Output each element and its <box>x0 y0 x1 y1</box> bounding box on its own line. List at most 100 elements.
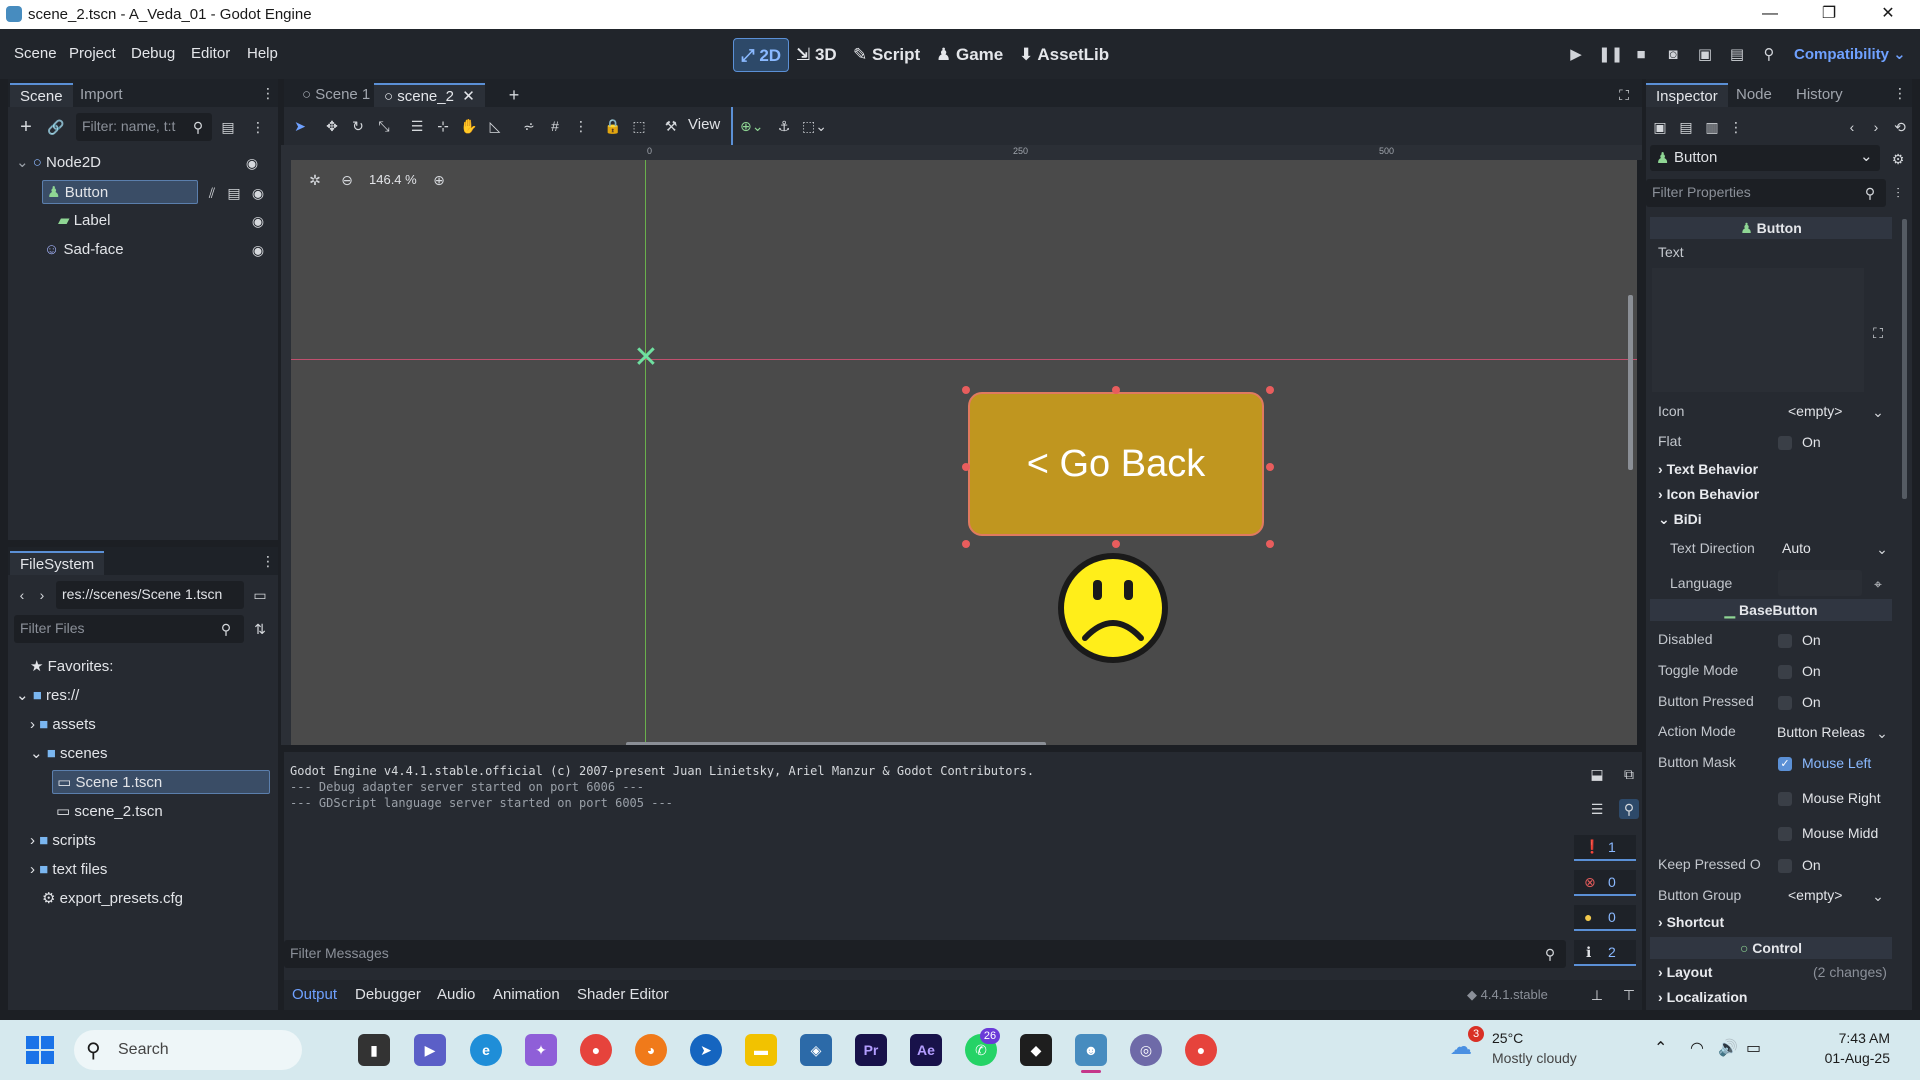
locale-picker-icon[interactable]: ⌖ <box>1868 574 1888 594</box>
section-text-behavior[interactable]: › Text Behavior <box>1658 461 1758 477</box>
copy-output-icon[interactable]: ⧉ <box>1619 764 1639 784</box>
disabled-checkbox[interactable] <box>1778 634 1792 648</box>
tree-node-sad-face[interactable]: ☺ Sad-face <box>44 238 244 262</box>
keep-pressed-checkbox[interactable] <box>1778 859 1792 873</box>
after-effects-icon[interactable]: Ae <box>910 1034 942 1066</box>
pivot-tool-icon[interactable]: ⊹ <box>433 116 453 136</box>
node2d-origin-gizmo[interactable]: ✕ <box>630 342 662 374</box>
resize-handle[interactable] <box>1112 540 1120 548</box>
pin-icon[interactable]: ⊥ <box>1587 985 1607 1005</box>
load-resource-icon[interactable]: ▤ <box>1676 117 1696 137</box>
select-tool-icon[interactable]: ➤ <box>290 116 310 136</box>
attach-script-icon[interactable]: ▤ <box>218 117 238 137</box>
dock-menu-icon[interactable]: ⋮ <box>258 83 278 103</box>
resize-handle[interactable] <box>962 540 970 548</box>
favorites-item[interactable]: ★ Favorites: <box>30 655 113 679</box>
firefox-icon[interactable]: ◕ <box>635 1034 667 1066</box>
section-icon-behavior[interactable]: › Icon Behavior <box>1658 486 1759 502</box>
visibility-eye-icon[interactable]: ◉ <box>248 211 268 231</box>
recent-history-icon[interactable]: ⟲ <box>1890 117 1910 137</box>
chevron-up-icon[interactable]: ⌃ <box>1654 1038 1667 1058</box>
horizontal-scrollbar[interactable] <box>626 742 1046 745</box>
pointer-app-icon[interactable]: ➤ <box>690 1034 722 1066</box>
tab-history[interactable]: History <box>1786 83 1853 107</box>
chevron-down-icon[interactable]: ⌄ <box>1872 723 1892 743</box>
taskbar-search-box[interactable]: ⚲ Search <box>74 1030 302 1070</box>
resize-handle[interactable] <box>1112 386 1120 394</box>
tab-output[interactable]: Output <box>292 986 337 1003</box>
mouse-right-checkbox[interactable] <box>1778 792 1792 806</box>
tree-node-node2d[interactable]: ⌄ ○ Node2D ◉ <box>16 151 266 175</box>
folder-assets[interactable]: › ■ assets <box>30 713 96 737</box>
history-back-icon[interactable]: ‹ <box>1842 117 1862 137</box>
file-scene-1[interactable]: ▭ Scene 1.tscn <box>52 770 270 794</box>
object-properties-icon[interactable]: ⚙ <box>1888 149 1908 169</box>
resize-handle[interactable] <box>962 386 970 394</box>
resize-handle[interactable] <box>1266 386 1274 394</box>
flat-checkbox[interactable] <box>1778 436 1792 450</box>
smart-snap-icon[interactable]: ⩫ <box>519 116 539 136</box>
play-scene-icon[interactable]: ▣ <box>1694 44 1716 66</box>
workspace-game-button[interactable]: ♟ Game <box>929 38 1010 72</box>
toggle-mode-checkbox[interactable] <box>1778 665 1792 679</box>
remote-debug-icon[interactable]: ◙ <box>1662 44 1684 66</box>
section-layout[interactable]: › Layout <box>1658 964 1712 980</box>
snap-options-icon[interactable]: ⋮ <box>571 116 591 136</box>
copilot-icon[interactable]: ✦ <box>525 1034 557 1066</box>
play-custom-icon[interactable]: ▤ <box>1726 44 1748 66</box>
vertical-scrollbar[interactable] <box>1628 295 1633 470</box>
tab-inspector[interactable]: Inspector <box>1646 83 1728 107</box>
close-icon[interactable]: ✕ <box>1877 3 1899 25</box>
teams-icon[interactable]: ▶ <box>414 1034 446 1066</box>
script-icon[interactable]: ▤ <box>224 183 244 203</box>
file-filter-input[interactable]: Filter Files <box>14 615 244 643</box>
icon-property-value[interactable]: <empty> <box>1788 403 1842 419</box>
inspector-scrollbar[interactable] <box>1902 219 1907 499</box>
volume-icon[interactable]: 🔊 <box>1718 1038 1738 1058</box>
scene-menu-icon[interactable]: ⋮ <box>248 117 268 137</box>
tree-node-button[interactable]: ♟ Button <box>42 180 198 204</box>
scale-tool-icon[interactable]: ⤡ <box>374 116 394 136</box>
language-input[interactable] <box>1778 570 1862 596</box>
menu-scene[interactable]: Scene <box>14 45 57 62</box>
expand-editor-icon[interactable]: ⛶ <box>1868 323 1888 343</box>
signal-icon[interactable]: ⫽ <box>202 183 222 203</box>
workspace-3d-button[interactable]: ⇲ 3D <box>789 38 844 72</box>
dock-menu-icon[interactable]: ⋮ <box>258 551 278 571</box>
menu-editor[interactable]: Editor <box>191 45 230 62</box>
weather-temp[interactable]: 25°C <box>1492 1030 1523 1046</box>
chevron-down-icon[interactable]: ⌄ <box>1872 539 1892 559</box>
new-resource-icon[interactable]: ▣ <box>1650 117 1670 137</box>
go-back-button[interactable]: < Go Back <box>968 392 1264 536</box>
figma-icon[interactable]: ◆ <box>1020 1034 1052 1066</box>
group-icon[interactable]: ⬚ <box>629 116 649 136</box>
list-select-icon[interactable]: ☰ <box>407 116 427 136</box>
center-view-icon[interactable]: ✲ <box>305 170 325 190</box>
close-tab-icon[interactable]: ✕ <box>462 88 475 105</box>
move-tool-icon[interactable]: ✥ <box>322 116 342 136</box>
battery-icon[interactable]: ▭ <box>1746 1038 1761 1058</box>
resize-handle[interactable] <box>1266 540 1274 548</box>
text-property-editor[interactable] <box>1652 268 1864 392</box>
chevron-down-icon[interactable]: ⌄ <box>1868 402 1888 422</box>
folder-scenes[interactable]: ⌄ ■ scenes <box>30 742 108 766</box>
section-localization[interactable]: › Localization <box>1658 989 1747 1005</box>
movie-maker-icon[interactable]: ⚲ <box>1758 44 1780 66</box>
stop-icon[interactable]: ■ <box>1630 44 1652 66</box>
lock-icon[interactable]: 🔒 <box>603 116 623 136</box>
edge-icon[interactable]: e <box>470 1034 502 1066</box>
chrome-profile-icon[interactable]: ● <box>1185 1034 1217 1066</box>
split-view-icon[interactable]: ▭ <box>250 585 270 605</box>
wifi-icon[interactable]: ◠ <box>1690 1038 1704 1058</box>
back-arrow-icon[interactable]: ‹ <box>12 585 32 605</box>
tab-scene-1[interactable]: ○ Scene 1 <box>292 83 380 107</box>
file-scene-2[interactable]: ▭ scene_2.tscn <box>56 800 163 824</box>
workspace-2d-button[interactable]: ⤢ 2D <box>733 38 790 72</box>
sketchup-icon[interactable]: ◈ <box>800 1034 832 1066</box>
bone-icon[interactable]: ⚒ <box>661 116 681 136</box>
rotate-tool-icon[interactable]: ↻ <box>348 116 368 136</box>
play-icon[interactable]: ▶ <box>1565 44 1587 66</box>
workspace-assetlib-button[interactable]: ⬇ AssetLib <box>1012 38 1116 72</box>
action-mode-value[interactable]: Button Releas <box>1777 724 1865 740</box>
tab-node[interactable]: Node <box>1726 83 1782 107</box>
